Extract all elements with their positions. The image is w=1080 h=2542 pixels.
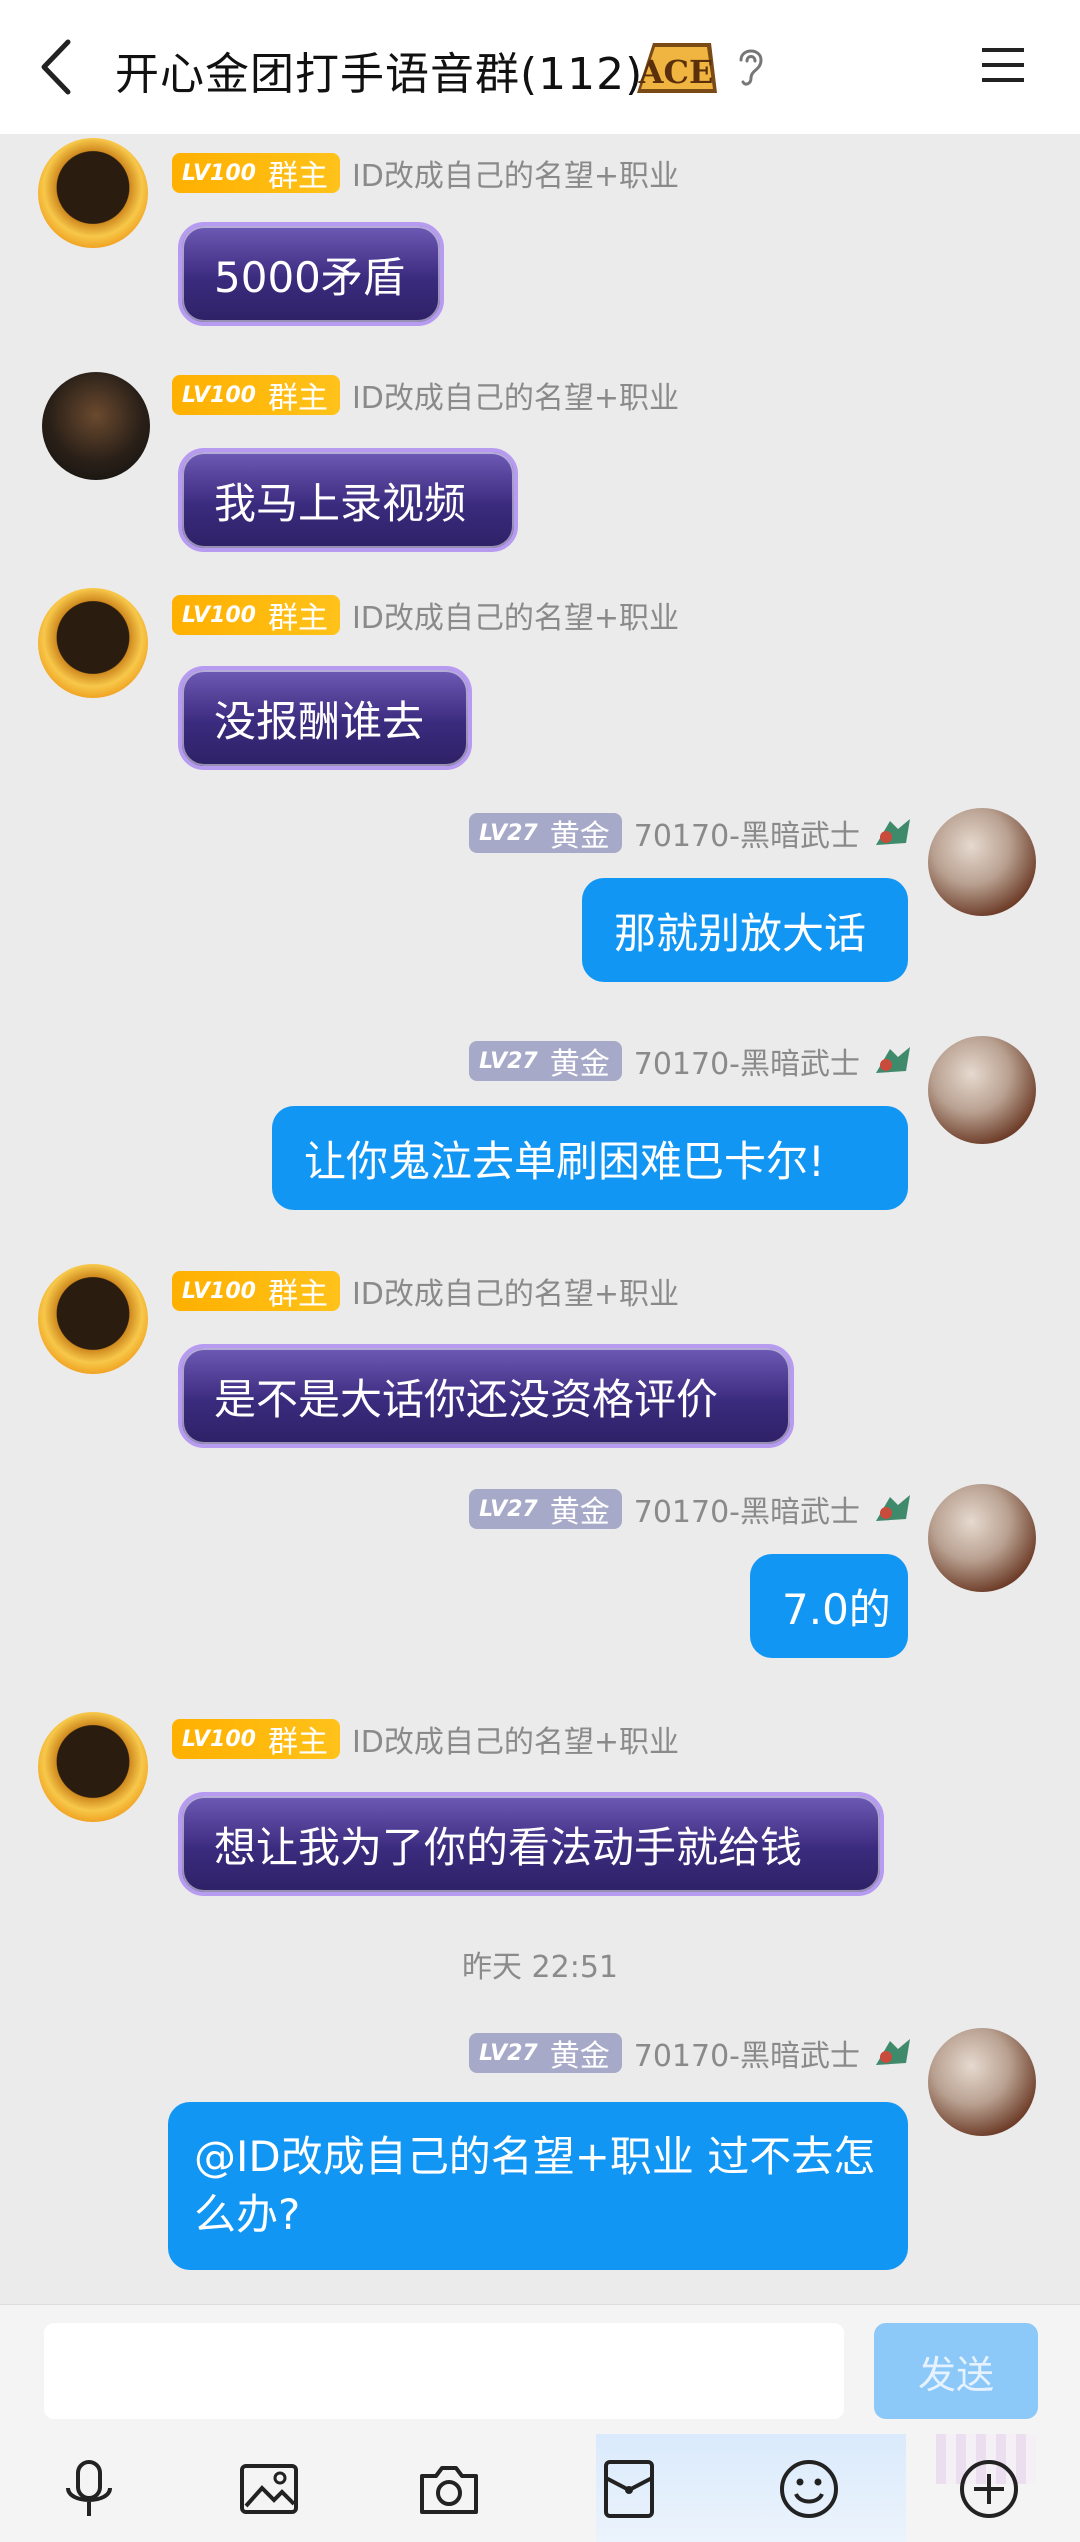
message-bubble[interactable]: 想让我为了你的看法动手就给钱 [178, 1792, 884, 1896]
microphone-icon[interactable] [56, 2456, 122, 2522]
sender-nickname[interactable]: 70170-黑暗武士 [634, 1039, 860, 1083]
message-bubble[interactable]: 我马上录视频 [178, 448, 518, 552]
sender-nickname[interactable]: ID改成自己的名望+职业 [352, 1269, 679, 1313]
class-icon [876, 2039, 910, 2065]
ear-icon[interactable] [733, 44, 767, 88]
chat-header: 开心金团打手语音群(112) ACE [0, 0, 1080, 134]
sender-meta: LV27 黄金 70170-黑暗武士 [469, 1038, 914, 1084]
message-bubble[interactable]: 没报酬谁去 [178, 666, 472, 770]
timestamp: 昨天 22:51 [462, 1950, 618, 1985]
message-bubble[interactable]: 是不是大话你还没资格评价 [178, 1344, 794, 1448]
message-item: LV100 群主 ID改成自己的名望+职业 5000矛盾 [0, 134, 1080, 330]
sender-nickname[interactable]: ID改成自己的名望+职业 [352, 151, 679, 195]
level-badge: LV27 黄金 [469, 1041, 622, 1082]
sender-nickname[interactable]: ID改成自己的名望+职业 [352, 1717, 679, 1761]
message-bubble[interactable]: 5000矛盾 [178, 222, 444, 326]
message-text: 那就别放大话 [614, 908, 867, 958]
class-icon [876, 819, 910, 845]
message-item: LV27 黄金 70170-黑暗武士 @ID改成自己的名望+职业 过不去怎么办? [0, 2018, 1080, 2304]
send-button[interactable]: 发送 [874, 2323, 1038, 2419]
message-text: 让你鬼泣去单刷困难巴卡尔! [304, 1136, 825, 1186]
sender-meta: LV27 黄金 70170-黑暗武士 [469, 2030, 914, 2076]
owner-avatar[interactable] [38, 588, 148, 698]
hamburger-menu-icon[interactable] [980, 42, 1026, 88]
my-avatar[interactable] [928, 1484, 1036, 1592]
message-text: 没报酬谁去 [214, 696, 425, 746]
class-icon [876, 1047, 910, 1073]
my-avatar[interactable] [928, 1036, 1036, 1144]
message-item: LV27 黄金 70170-黑暗武士 那就别放大话 [0, 798, 1080, 998]
message-item: LV100 群主 ID改成自己的名望+职业 没报酬谁去 [0, 578, 1080, 778]
sender-meta: LV100 群主 ID改成自己的名望+职业 [172, 150, 679, 196]
class-icon [876, 1495, 910, 1521]
level-badge: LV100 群主 [172, 1719, 340, 1760]
level-badge: LV100 群主 [172, 375, 340, 416]
ace-badge-icon: ACE [637, 43, 717, 93]
owner-avatar[interactable] [42, 372, 150, 480]
level-badge: LV27 黄金 [469, 2033, 622, 2074]
group-title[interactable]: 开心金团打手语音群(112) [115, 38, 643, 102]
emoji-icon[interactable] [776, 2456, 842, 2522]
message-item: LV100 群主 ID改成自己的名望+职业 是不是大话你还没资格评价 [0, 1254, 1080, 1454]
level-badge: LV27 黄金 [469, 1489, 622, 1530]
owner-avatar[interactable] [38, 138, 148, 248]
message-item: LV27 黄金 70170-黑暗武士 7.0的 [0, 1474, 1080, 1674]
red-packet-icon[interactable] [596, 2456, 662, 2522]
camera-icon[interactable] [416, 2456, 482, 2522]
message-text: 想让我为了你的看法动手就给钱 [214, 1822, 803, 1872]
back-icon[interactable] [32, 34, 82, 100]
message-input[interactable] [44, 2323, 844, 2419]
sender-nickname[interactable]: ID改成自己的名望+职业 [352, 593, 679, 637]
sender-meta: LV100 群主 ID改成自己的名望+职业 [172, 1716, 679, 1762]
sender-meta: LV100 群主 ID改成自己的名望+职业 [172, 592, 679, 638]
message-bubble[interactable]: 那就别放大话 [582, 878, 908, 982]
sender-meta: LV27 黄金 70170-黑暗武士 [469, 810, 914, 856]
message-text: 是不是大话你还没资格评价 [214, 1374, 719, 1424]
my-avatar[interactable] [928, 808, 1036, 916]
sender-meta: LV100 群主 ID改成自己的名望+职业 [172, 1268, 679, 1314]
my-avatar[interactable] [928, 2028, 1036, 2136]
image-icon[interactable] [236, 2456, 302, 2522]
owner-avatar[interactable] [38, 1264, 148, 1374]
message-bubble[interactable]: @ID改成自己的名望+职业 过不去怎么办? [168, 2102, 908, 2270]
message-item: LV100 群主 ID改成自己的名望+职业 我马上录视频 [0, 358, 1080, 558]
message-text: @ID改成自己的名望+职业 过不去怎么办? [194, 2132, 876, 2239]
level-badge: LV100 群主 [172, 1271, 340, 1312]
message-bubble[interactable]: 7.0的 [750, 1554, 908, 1658]
message-bubble[interactable]: 让你鬼泣去单刷困难巴卡尔! [272, 1106, 908, 1210]
message-input-bar: 发送 [0, 2304, 1080, 2434]
plus-icon[interactable] [956, 2456, 1022, 2522]
message-item: LV27 黄金 70170-黑暗武士 让你鬼泣去单刷困难巴卡尔! [0, 1026, 1080, 1226]
owner-avatar[interactable] [38, 1712, 148, 1822]
sender-nickname[interactable]: 70170-黑暗武士 [634, 2031, 860, 2075]
level-badge: LV27 黄金 [469, 813, 622, 854]
sender-meta: LV100 群主 ID改成自己的名望+职业 [172, 372, 679, 418]
sender-nickname[interactable]: 70170-黑暗武士 [634, 1487, 860, 1531]
svg-text:ACE: ACE [638, 53, 714, 91]
sender-meta: LV27 黄金 70170-黑暗武士 [469, 1486, 914, 1532]
input-toolbar [0, 2434, 1080, 2542]
message-item: LV100 群主 ID改成自己的名望+职业 想让我为了你的看法动手就给钱 [0, 1702, 1080, 1902]
level-badge: LV100 群主 [172, 153, 340, 194]
sender-nickname[interactable]: ID改成自己的名望+职业 [352, 373, 679, 417]
message-text: 5000矛盾 [214, 252, 405, 302]
chat-message-list[interactable]: LV100 群主 ID改成自己的名望+职业 5000矛盾 LV100 群主 ID改成… [0, 134, 1080, 2304]
message-text: 7.0的 [782, 1584, 891, 1634]
message-text: 我马上录视频 [214, 478, 467, 528]
level-badge: LV100 群主 [172, 595, 340, 636]
sender-nickname[interactable]: 70170-黑暗武士 [634, 811, 860, 855]
